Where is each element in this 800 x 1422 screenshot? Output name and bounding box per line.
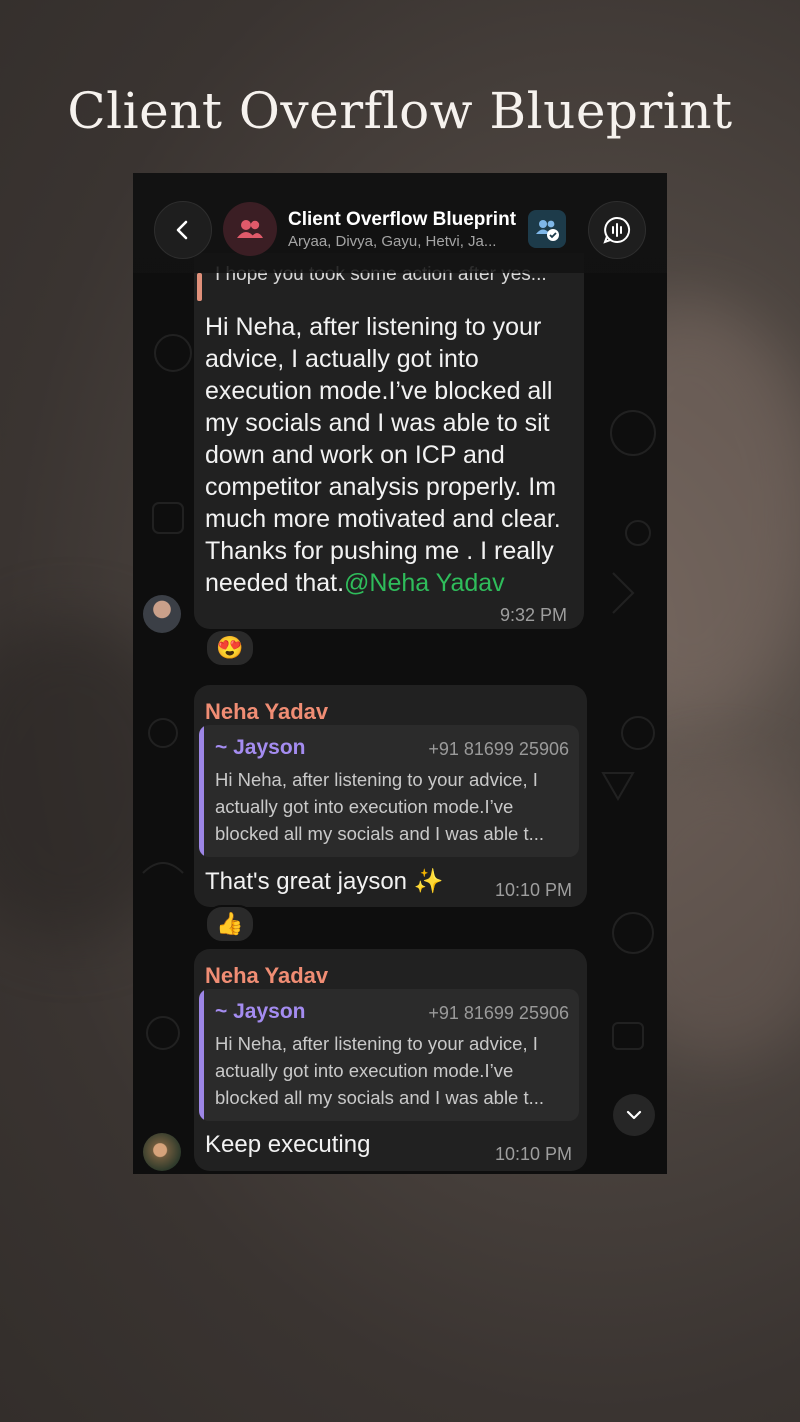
message-time: 10:10 PM <box>495 1144 573 1164</box>
message-bubble[interactable]: Neha Yadav ~ Jayson +91 81699 25906 Hi N… <box>194 949 587 1171</box>
message-text: Hi Neha, after listening to your advice,… <box>205 311 575 599</box>
sender-name[interactable]: Neha Yadav <box>205 699 328 725</box>
reply-sender: ~ Jayson <box>215 1000 306 1023</box>
avatar[interactable] <box>143 1133 181 1171</box>
reply-sender: ~ Jayson <box>215 736 306 759</box>
mention[interactable]: @Neha Yadav <box>344 569 505 597</box>
reply-phone: +91 81699 25906 <box>428 1003 569 1023</box>
page-title: Client Overflow Blueprint <box>67 82 733 140</box>
reply-preview[interactable]: ~ Jayson +91 81699 25906 Hi Neha, after … <box>199 725 579 857</box>
reply-phone: +91 81699 25906 <box>428 739 569 759</box>
reply-text: Hi Neha, after listening to your advice,… <box>215 769 545 844</box>
chat-members[interactable]: Aryaa, Divya, Gayu, Hetvi, Ja... <box>288 233 496 250</box>
chevron-left-icon <box>176 220 188 240</box>
back-button[interactable] <box>154 201 212 259</box>
message-bubble[interactable]: Neha Yadav ~ Jayson +91 81699 25906 Hi N… <box>194 685 587 907</box>
community-icon[interactable] <box>528 210 566 248</box>
group-avatar[interactable] <box>223 202 277 256</box>
message-body: Hi Neha, after listening to your advice,… <box>205 313 561 597</box>
reply-preview[interactable]: ~ Jayson +91 81699 25906 Hi Neha, after … <box>199 989 579 1121</box>
chat-screen: Client Overflow Blueprint Aryaa, Divya, … <box>133 173 667 1174</box>
reaction-badge[interactable]: 👍 <box>205 905 255 943</box>
chat-header: Client Overflow Blueprint Aryaa, Divya, … <box>133 173 667 273</box>
voice-chat-icon <box>603 216 631 244</box>
avatar[interactable] <box>143 595 181 633</box>
message-time: 10:10 PM <box>495 880 573 900</box>
chat-title[interactable]: Client Overflow Blueprint <box>288 209 516 231</box>
reply-bar <box>199 989 204 1121</box>
scroll-down-button[interactable] <box>613 1094 655 1136</box>
reply-bar <box>199 725 204 857</box>
reply-text: Hi Neha, after listening to your advice,… <box>215 1033 545 1108</box>
chevron-down-icon <box>626 1110 642 1120</box>
message-text: That's great jayson ✨ <box>205 868 444 895</box>
sender-name[interactable]: Neha Yadav <box>205 963 328 989</box>
group-icon <box>237 220 263 238</box>
message-time: 9:32 PM <box>500 605 568 625</box>
reaction-badge[interactable]: 😍 <box>205 629 255 667</box>
message-text: Keep executing <box>205 1131 371 1158</box>
quote-bar <box>197 273 202 301</box>
voice-chat-button[interactable] <box>588 201 646 259</box>
